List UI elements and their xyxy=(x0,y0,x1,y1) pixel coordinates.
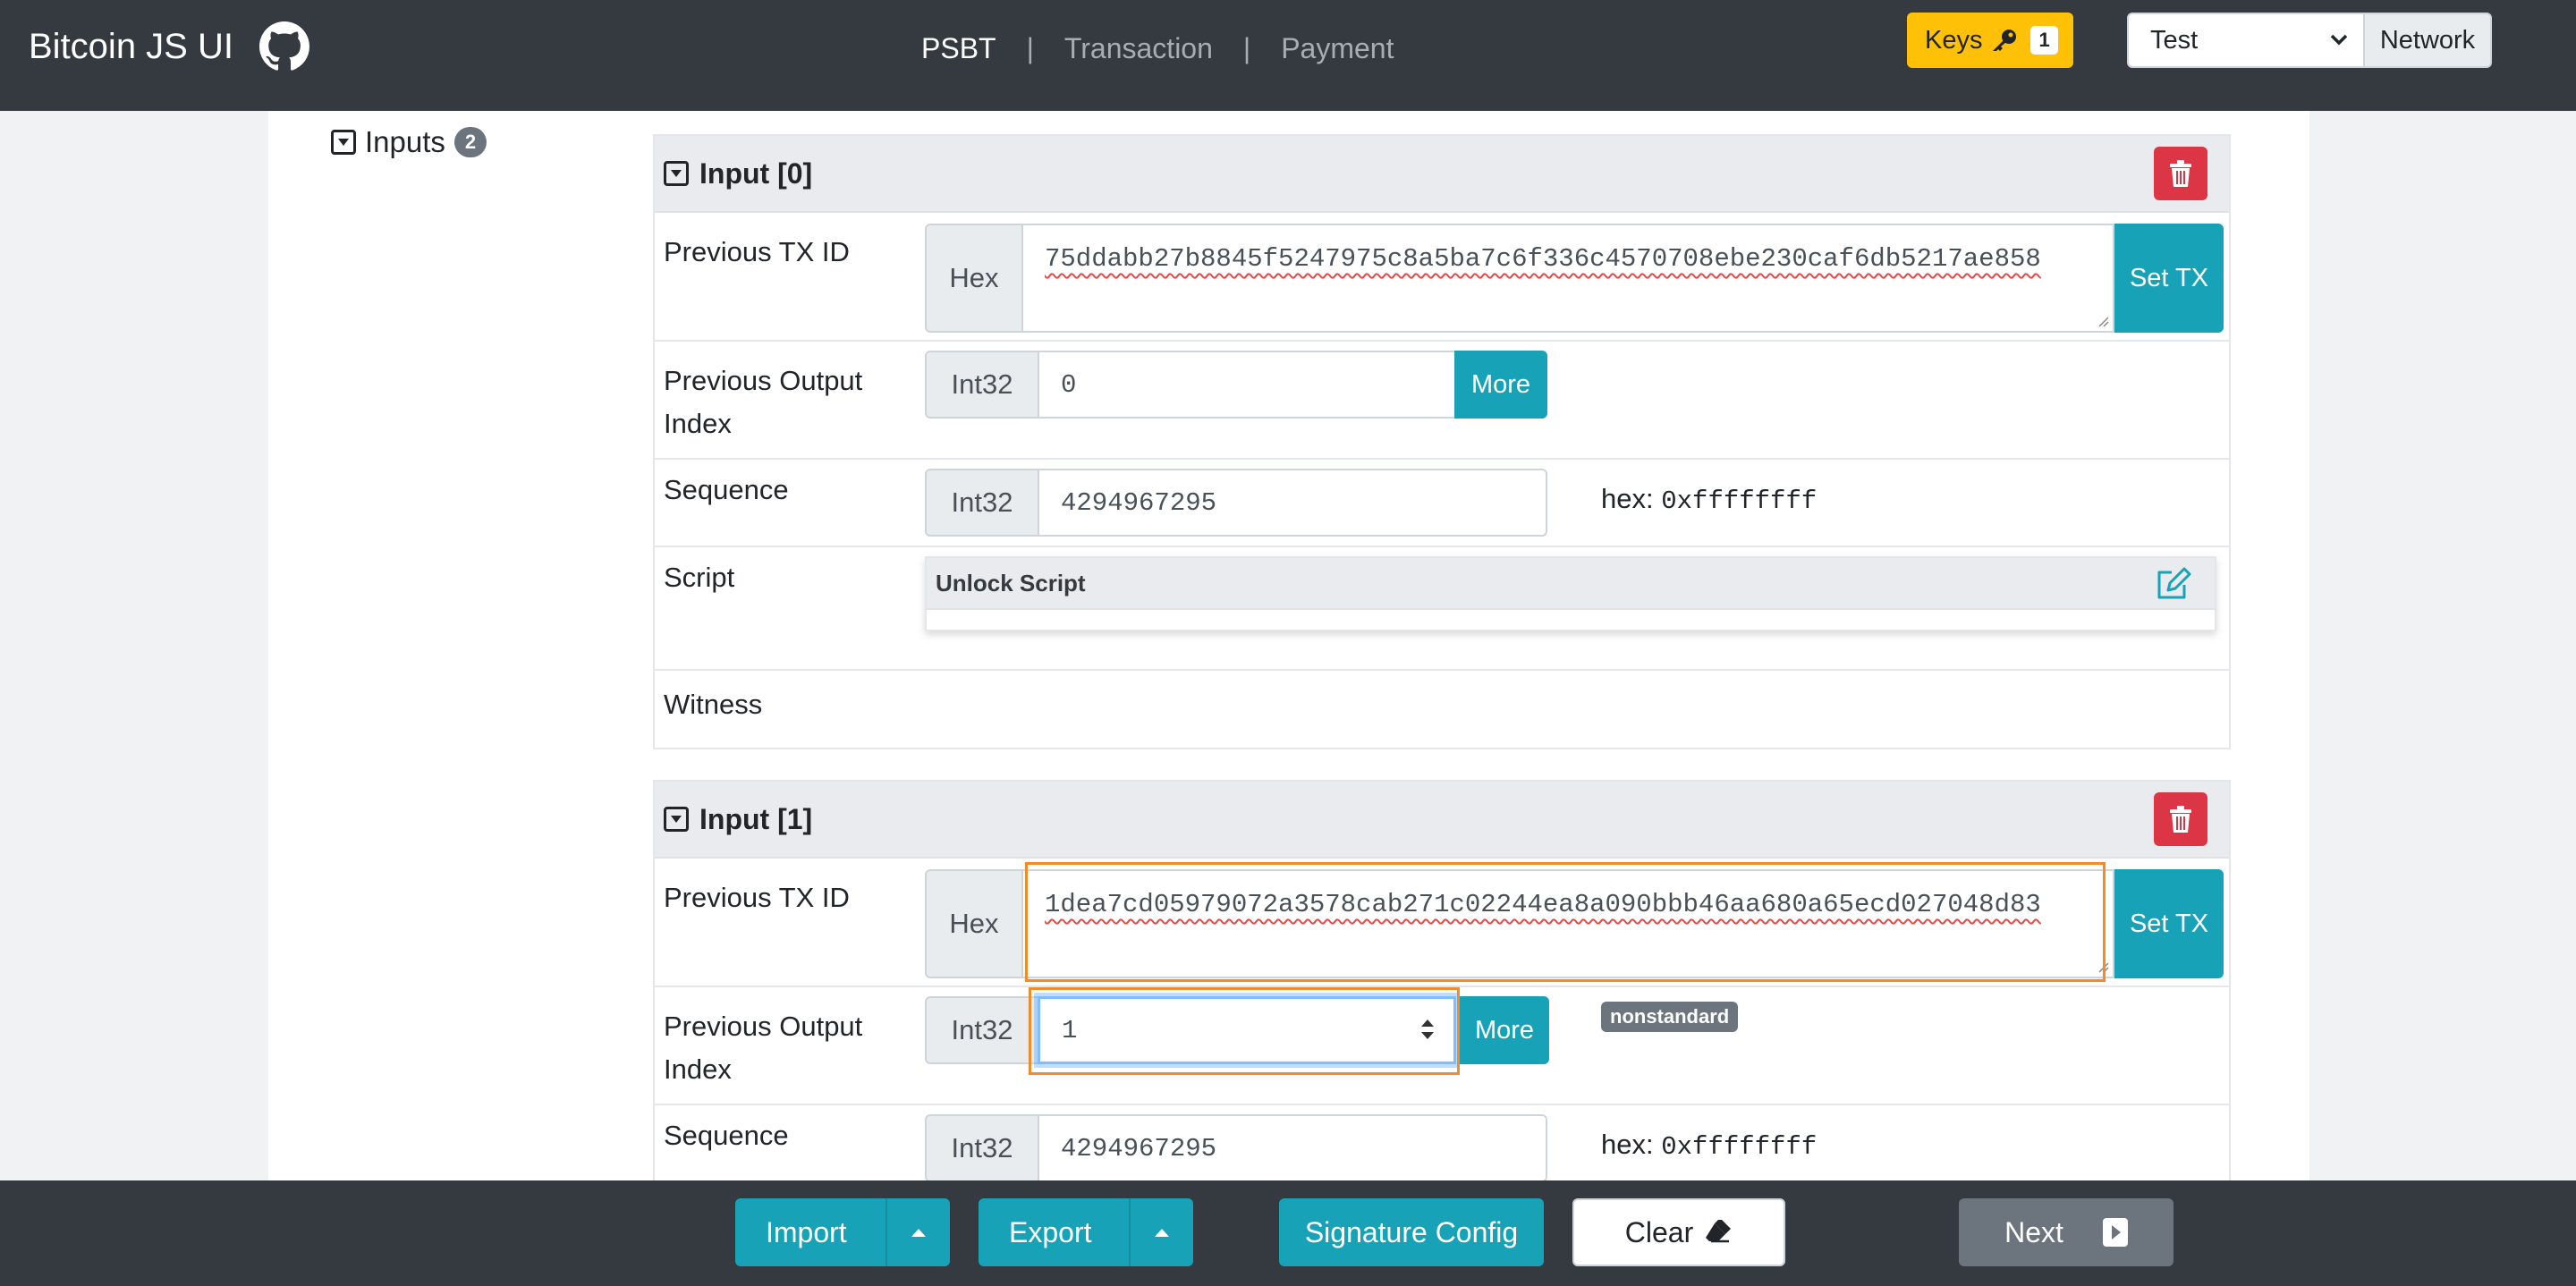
next-label: Next xyxy=(2004,1215,2063,1248)
trash-icon xyxy=(2170,806,2191,833)
focus-outline xyxy=(1025,862,2106,982)
prev-output-input[interactable]: 0 xyxy=(1038,351,1456,419)
import-dropdown-toggle[interactable] xyxy=(886,1198,950,1266)
delete-input-button[interactable] xyxy=(2154,792,2207,846)
main-container: Inputs 2 Input [0] Previous TX ID Hex 75… xyxy=(268,111,2309,1180)
collapse-toggle-icon xyxy=(331,130,356,155)
github-icon[interactable] xyxy=(259,21,309,72)
app-brand[interactable]: Bitcoin JS UI xyxy=(29,27,233,67)
input-card-header: Input [0] xyxy=(655,136,2229,213)
script-row: Script Unlock Script xyxy=(655,547,2229,671)
sequence-label: Sequence xyxy=(664,474,789,505)
resize-grip-icon[interactable] xyxy=(2097,315,2109,327)
more-button[interactable]: More xyxy=(1454,351,1547,419)
inputs-section-title: Inputs xyxy=(365,125,445,158)
import-label: Import xyxy=(766,1215,847,1248)
nav-link-transaction[interactable]: Transaction xyxy=(1064,32,1213,65)
hex-addon: Hex xyxy=(925,224,1023,333)
int32-addon: Int32 xyxy=(925,1114,1039,1180)
network-label: Network xyxy=(2365,13,2492,68)
sequence-hex-display: hex: 0xffffffff xyxy=(1601,1129,1817,1162)
signature-config-button[interactable]: Signature Config xyxy=(1279,1198,1544,1266)
input-card-1: Input [1] Previous TX ID Hex 1dea7cd0597… xyxy=(653,780,2231,1180)
top-navbar: Bitcoin JS UI PSBT | Transaction | Payme… xyxy=(0,0,2576,111)
eraser-icon xyxy=(1706,1220,1732,1243)
int32-addon: Int32 xyxy=(925,469,1039,537)
hex-prefix: hex: xyxy=(1601,483,1654,514)
script-type-badge: nonstandard xyxy=(1601,1002,1739,1032)
caret-up-icon xyxy=(911,1229,926,1237)
prev-output-label: Previous Output Index xyxy=(664,365,863,439)
nav-link-payment[interactable]: Payment xyxy=(1281,32,1394,65)
bottom-action-bar: Import Export Signature Config Clear Nex… xyxy=(0,1180,2576,1286)
more-button[interactable]: More xyxy=(1460,996,1549,1064)
unlock-script-panel: Unlock Script xyxy=(925,556,2216,631)
caret-up-icon xyxy=(1155,1229,1169,1237)
sequence-input[interactable]: 4294967295 xyxy=(1038,469,1547,537)
prev-txid-value: 75ddabb27b8845f5247975c8a5ba7c6f336c4570… xyxy=(1045,244,2041,274)
hex-prefix: hex: xyxy=(1601,1129,1654,1160)
collapse-toggle-icon[interactable] xyxy=(664,161,689,186)
prev-txid-textarea[interactable]: 75ddabb27b8845f5247975c8a5ba7c6f336c4570… xyxy=(1021,224,2114,333)
hex-value: 0xffffffff xyxy=(1661,486,1818,516)
delete-input-button[interactable] xyxy=(2154,147,2207,200)
network-select[interactable]: Test xyxy=(2127,13,2365,68)
caret-right-square-icon xyxy=(2102,1218,2128,1247)
prev-output-label: Previous Output Index xyxy=(664,1011,863,1085)
nav-links: PSBT | Transaction | Payment xyxy=(921,32,1394,65)
trash-icon xyxy=(2170,160,2191,187)
prev-output-row: Previous Output Index Int32 1 More nonst… xyxy=(655,987,2229,1105)
inputs-section-toggle[interactable]: Inputs 2 xyxy=(331,125,487,159)
unlock-script-header: Unlock Script xyxy=(927,558,2215,610)
script-label: Script xyxy=(664,562,735,593)
prev-output-row: Previous Output Index Int32 0 More xyxy=(655,342,2229,460)
clear-button[interactable]: Clear xyxy=(1572,1198,1785,1266)
witness-label: Witness xyxy=(664,689,763,720)
set-tx-button[interactable]: Set TX xyxy=(2114,869,2224,978)
int32-addon: Int32 xyxy=(925,351,1039,419)
nav-separator: | xyxy=(1242,32,1251,64)
next-button[interactable]: Next xyxy=(1959,1198,2174,1266)
sequence-hex-display: hex: 0xffffffff xyxy=(1601,483,1817,516)
keys-count-badge: 1 xyxy=(2030,26,2058,55)
prev-txid-row: Previous TX ID Hex 1dea7cd05979072a3578c… xyxy=(655,859,2229,987)
focus-outline xyxy=(1029,987,1460,1075)
input-card-header: Input [1] xyxy=(655,782,2229,859)
keys-button[interactable]: Keys 1 xyxy=(1907,13,2073,68)
nav-link-psbt[interactable]: PSBT xyxy=(921,32,996,65)
input-title: Input [0] xyxy=(699,157,813,190)
prev-txid-row: Previous TX ID Hex 75ddabb27b8845f524797… xyxy=(655,213,2229,342)
witness-row: Witness xyxy=(655,671,2229,748)
sequence-row: Sequence Int32 4294967295 hex: 0xfffffff… xyxy=(655,460,2229,547)
int32-addon: Int32 xyxy=(925,996,1039,1064)
nav-separator: | xyxy=(1026,32,1034,64)
hex-addon: Hex xyxy=(925,869,1023,978)
sequence-input[interactable]: 4294967295 xyxy=(1038,1114,1547,1180)
inputs-count-badge: 2 xyxy=(453,127,487,157)
input-title: Input [1] xyxy=(699,802,813,835)
export-dropdown-toggle[interactable] xyxy=(1129,1198,1193,1266)
export-button[interactable]: Export xyxy=(979,1198,1193,1266)
unlock-script-title: Unlock Script xyxy=(936,569,1086,596)
set-tx-button[interactable]: Set TX xyxy=(2114,224,2224,333)
import-button[interactable]: Import xyxy=(735,1198,950,1266)
export-label: Export xyxy=(1009,1215,1092,1248)
sequence-row: Sequence Int32 4294967295 hex: 0xfffffff… xyxy=(655,1105,2229,1180)
prev-txid-label: Previous TX ID xyxy=(664,882,850,913)
prev-txid-label: Previous TX ID xyxy=(664,236,850,267)
sequence-label: Sequence xyxy=(664,1120,789,1151)
edit-icon[interactable] xyxy=(2156,567,2191,601)
network-selected-value: Test xyxy=(2150,25,2199,55)
key-icon xyxy=(1993,30,2017,51)
clear-label: Clear xyxy=(1624,1215,1694,1248)
keys-label: Keys xyxy=(1925,25,1983,55)
chevron-down-icon xyxy=(2330,34,2348,46)
hex-value: 0xffffffff xyxy=(1661,1132,1818,1162)
input-card-0: Input [0] Previous TX ID Hex 75ddabb27b8… xyxy=(653,134,2231,749)
collapse-toggle-icon[interactable] xyxy=(664,807,689,832)
